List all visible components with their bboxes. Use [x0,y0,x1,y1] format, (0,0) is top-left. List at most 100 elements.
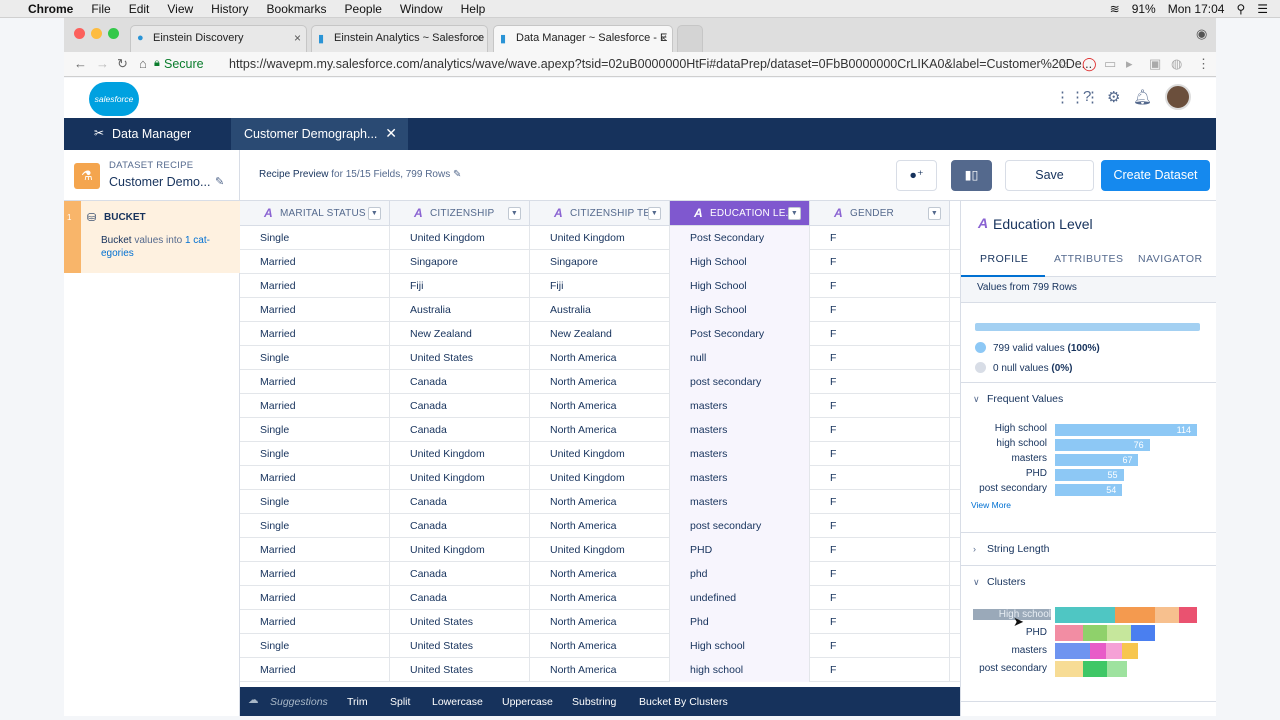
table-cell[interactable]: Phd [670,610,810,634]
table-cell[interactable]: United Kingdom [390,442,530,466]
tab-navigator[interactable]: NAVIGATOR [1138,253,1203,265]
tab-attributes[interactable]: ATTRIBUTES [1054,253,1124,265]
close-tab-icon[interactable]: × [660,31,667,45]
table-cell[interactable]: post secondary [670,514,810,538]
column-menu-chevron-icon[interactable]: ▼ [368,207,381,220]
cluster-label[interactable]: PHD [961,627,1047,638]
table-cell[interactable]: Married [240,466,390,490]
extension-icon[interactable]: ◍ [1171,56,1182,72]
table-cell[interactable]: masters [670,490,810,514]
table-cell[interactable]: High School [670,298,810,322]
cluster-segment[interactable] [1055,661,1083,677]
edit-preview-icon[interactable]: ✎ [453,169,461,180]
table-cell[interactable]: United States [390,634,530,658]
new-tab-button[interactable] [677,25,703,52]
suggestion-lowercase[interactable]: Lowercase [432,696,483,708]
table-cell[interactable]: F [810,226,950,250]
menu-people[interactable]: People [345,2,382,16]
column-header[interactable]: A CITIZENSHIP TE... ▼ [530,201,670,226]
close-tab-icon[interactable]: ✕ [385,125,397,142]
table-cell[interactable]: masters [670,466,810,490]
save-button[interactable]: Save [1005,160,1094,191]
suggestion-uppercase[interactable]: Uppercase [502,696,553,708]
zoom-window-icon[interactable] [108,28,119,39]
table-cell[interactable]: F [810,442,950,466]
minimize-window-icon[interactable] [91,28,102,39]
table-cell[interactable]: High School [670,274,810,298]
cluster-segment[interactable] [1131,625,1155,641]
cluster-segment[interactable] [1155,607,1179,623]
bookmark-star-icon[interactable]: ☆ [1057,56,1069,72]
frequent-value-bar[interactable]: 54 [1055,484,1123,496]
table-cell[interactable]: Canada [390,586,530,610]
browser-tab-einstein-analytics[interactable]: ▮ Einstein Analytics ~ Salesforce × [311,25,488,52]
cluster-segment[interactable] [1179,607,1197,623]
table-cell[interactable]: F [810,514,950,538]
avatar[interactable] [1165,84,1191,110]
section-frequent-values[interactable]: ∨ Frequent Values [973,393,1063,405]
table-cell[interactable]: F [810,562,950,586]
table-cell[interactable]: United Kingdom [530,538,670,562]
cluster-segment[interactable] [1090,643,1106,659]
salesforce-logo[interactable]: salesforce [89,82,139,116]
table-cell[interactable]: Canada [390,514,530,538]
app-launcher-icon[interactable]: ⋮⋮⋮ [1055,88,1100,106]
table-cell[interactable]: High School [670,250,810,274]
cluster-segment[interactable] [1055,643,1090,659]
column-menu-chevron-icon[interactable]: ▼ [928,207,941,220]
table-cell[interactable]: Single [240,346,390,370]
reload-icon[interactable]: ↻ [117,56,128,72]
table-cell[interactable]: masters [670,418,810,442]
menu-view[interactable]: View [167,2,193,16]
section-clusters[interactable]: ∨ Clusters [973,576,1026,588]
table-cell[interactable]: North America [530,346,670,370]
table-cell[interactable]: high school [670,658,810,682]
table-cell[interactable]: Australia [390,298,530,322]
extension-icon[interactable]: ▭ [1104,56,1116,72]
menu-app[interactable]: Chrome [28,2,73,16]
table-cell[interactable]: North America [530,370,670,394]
edit-recipe-name-icon[interactable]: ✎ [215,175,224,188]
add-insight-button[interactable]: ●⁺ [896,160,937,191]
table-cell[interactable]: Singapore [530,250,670,274]
table-cell[interactable]: Singapore [390,250,530,274]
column-menu-chevron-icon[interactable]: ▼ [648,207,661,220]
spotlight-search-icon[interactable]: ⚲ [1236,2,1245,16]
table-cell[interactable]: United States [390,658,530,682]
table-cell[interactable]: Canada [390,418,530,442]
table-cell[interactable]: United Kingdom [390,466,530,490]
table-cell[interactable]: null [670,346,810,370]
table-cell[interactable]: F [810,634,950,658]
url-field[interactable]: https://wavepm.my.salesforce.com/analyti… [229,57,1092,71]
table-cell[interactable]: Married [240,562,390,586]
app-title[interactable]: Data Manager [112,127,191,141]
table-cell[interactable]: F [810,610,950,634]
table-cell[interactable]: Married [240,322,390,346]
table-cell[interactable]: North America [530,562,670,586]
extension-icon[interactable]: ▣ [1149,56,1161,72]
table-cell[interactable]: F [810,466,950,490]
battery-status[interactable]: 91% [1132,2,1156,16]
cluster-label[interactable]: High school [973,609,1051,620]
notification-center-icon[interactable]: ☰ [1257,2,1268,16]
help-icon[interactable]: ? [1083,88,1091,105]
tab-customer-demographics[interactable]: Customer Demograph... ✕ [231,118,408,150]
table-cell[interactable]: masters [670,442,810,466]
cluster-segment[interactable] [1083,661,1107,677]
table-cell[interactable]: Canada [390,490,530,514]
suggestion-split[interactable]: Split [390,696,410,708]
table-cell[interactable]: Canada [390,562,530,586]
recipe-step-bucket[interactable]: 1 ⛁ BUCKET Bucket values into 1 cat-egor… [64,201,240,273]
table-cell[interactable]: North America [530,418,670,442]
table-cell[interactable]: Post Secondary [670,322,810,346]
frequent-value-bar[interactable]: 55 [1055,469,1124,481]
table-cell[interactable]: F [810,418,950,442]
table-cell[interactable]: F [810,394,950,418]
table-cell[interactable]: Married [240,394,390,418]
cluster-segment[interactable] [1107,625,1131,641]
table-cell[interactable]: Post Secondary [670,226,810,250]
table-cell[interactable]: Married [240,610,390,634]
table-cell[interactable]: Married [240,298,390,322]
table-cell[interactable]: North America [530,490,670,514]
table-cell[interactable]: Fiji [530,274,670,298]
